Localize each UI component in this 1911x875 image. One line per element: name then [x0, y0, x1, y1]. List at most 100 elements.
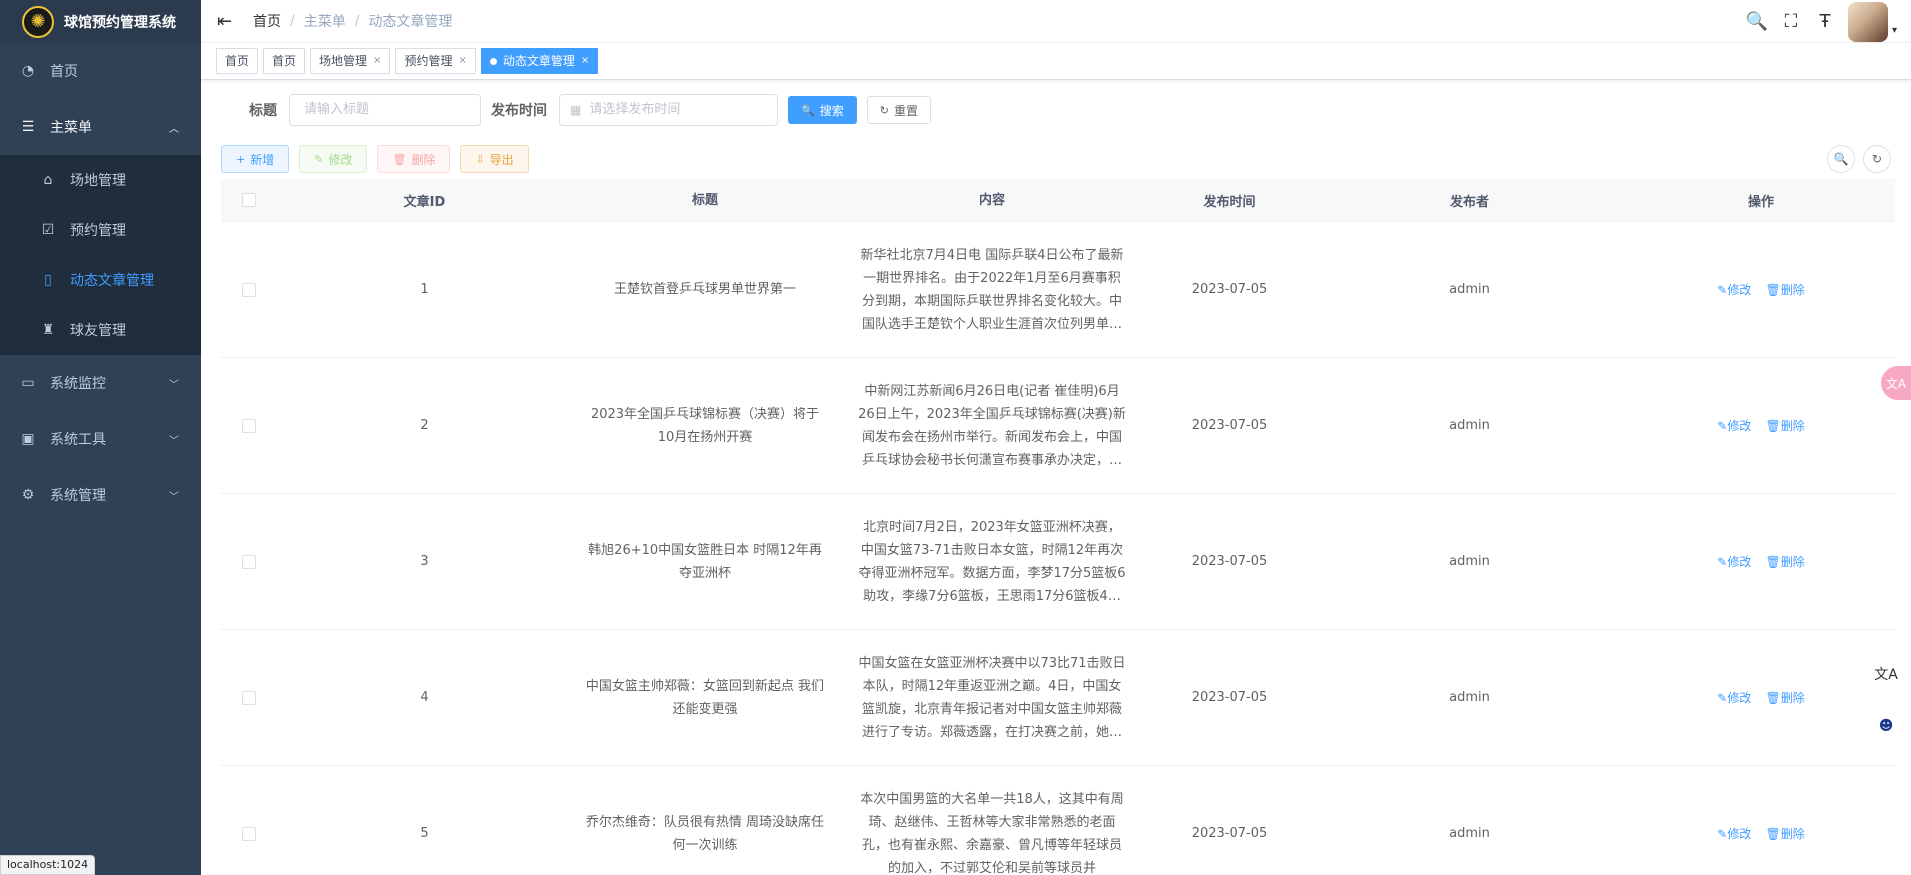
- row-checkbox[interactable]: [241, 282, 256, 297]
- header-id: 文章ID: [403, 194, 446, 210]
- font-size-icon[interactable]: Ŧ: [1808, 11, 1842, 32]
- row-edit-link[interactable]: ✎修改: [1717, 555, 1751, 569]
- breadcrumb-item-home[interactable]: 首页: [253, 11, 281, 31]
- title-input[interactable]: 请输入标题: [289, 94, 481, 126]
- delete-button[interactable]: 🗑 删除: [377, 145, 451, 173]
- fullscreen-icon[interactable]: ⛶: [1774, 11, 1808, 32]
- refresh-button[interactable]: ↻: [1863, 145, 1891, 173]
- edit-button[interactable]: ✎ 修改: [299, 145, 368, 173]
- table-row: 1 王楚钦首登乒乓球男单世界第一 新华社北京7月4日电 国际乒联4日公布了最新一…: [221, 222, 1895, 358]
- search-icon: 🔍: [1833, 152, 1849, 166]
- cell-content: 中国女篮在女篮亚洲杯决赛中以73比71击败日本队，时隔12年重返亚洲之巅。4日，…: [837, 652, 1147, 744]
- cell-id: 4: [420, 690, 429, 705]
- tag-articles[interactable]: 动态文章管理 ×: [480, 48, 599, 74]
- cell-publisher: admin: [1449, 554, 1490, 569]
- search-form: 标题 请输入标题 发布时间 ▦ 请选择发布时间 🔍 搜索 ↻ 重置: [221, 81, 1891, 139]
- cell-content: 北京时间7月2日，2023年女篮亚洲杯决赛，中国女篮73-71击败日本女篮，时隔…: [837, 516, 1147, 608]
- cell-actions: ✎修改 🗑删除: [1627, 825, 1895, 842]
- sidebar-item-label: 系统监控: [50, 376, 106, 392]
- row-checkbox[interactable]: [241, 418, 256, 433]
- row-delete-link[interactable]: 🗑删除: [1765, 691, 1804, 705]
- tags-view: 首页 首页 场地管理 × 预约管理 × 动态文章管理 ×: [201, 43, 1911, 80]
- sofa-icon: ♜: [41, 322, 55, 338]
- title-label: 标题: [249, 103, 277, 119]
- sidebar-item-label: 预约管理: [70, 223, 126, 239]
- list-icon: ☰: [21, 119, 35, 135]
- breadcrumb-item-main-menu: 主菜单: [303, 14, 346, 30]
- tag-venue[interactable]: 场地管理 ×: [310, 48, 391, 74]
- export-button[interactable]: ⇩ 导出: [460, 145, 529, 173]
- app-root: ✺ 球馆预约管理系统 ◔ 首页 ☰ 主菜单 ︿ ⌂ 场地管理 ☑ 预约管理 ▯ …: [0, 0, 1911, 875]
- row-delete-link[interactable]: 🗑删除: [1765, 283, 1804, 297]
- avatar[interactable]: [1847, 1, 1888, 42]
- toggle-search-button[interactable]: 🔍: [1827, 145, 1855, 173]
- sidebar-item-venue[interactable]: ⌂ 场地管理: [0, 155, 201, 205]
- cell-publisher: admin: [1449, 826, 1490, 841]
- sidebar-item-main-menu[interactable]: ☰ 主菜单 ︿: [0, 99, 201, 155]
- close-icon[interactable]: ×: [581, 49, 589, 73]
- sidebar-item-articles[interactable]: ▯ 动态文章管理: [0, 255, 201, 305]
- reset-button[interactable]: ↻ 重置: [866, 96, 931, 124]
- close-icon[interactable]: ×: [458, 49, 466, 73]
- translate-icon[interactable]: 文A: [1873, 661, 1899, 687]
- tag-label: 首页: [225, 54, 250, 68]
- header-actions: 操作: [1747, 194, 1774, 210]
- delete-button-label: 删除: [411, 152, 436, 167]
- content-text: 北京时间7月2日，2023年女篮亚洲杯决赛，中国女篮73-71击败日本女篮，时隔…: [858, 519, 1126, 604]
- caret-down-icon[interactable]: ▾: [1892, 25, 1897, 36]
- close-icon[interactable]: ×: [373, 49, 381, 73]
- hamburger-icon[interactable]: ⇤: [217, 11, 237, 32]
- table-row: 3 韩旭26+10中国女篮胜日本 时隔12年再夺亚洲杯 北京时间7月2日，202…: [221, 494, 1895, 630]
- date-picker[interactable]: ▦ 请选择发布时间: [559, 94, 778, 126]
- cell-title: 王楚钦首登乒乓球男单世界第一: [613, 282, 796, 297]
- navbar-right: 🔍 ⛶ Ŧ ▾: [1740, 0, 1911, 43]
- row-delete-link[interactable]: 🗑删除: [1765, 555, 1804, 569]
- cell-actions: ✎修改 🗑删除: [1627, 689, 1895, 706]
- row-checkbox[interactable]: [241, 554, 256, 569]
- sidebar-item-reservation[interactable]: ☑ 预约管理: [0, 205, 201, 255]
- row-delete-link[interactable]: 🗑删除: [1765, 419, 1804, 433]
- reset-button-label: 重置: [893, 103, 918, 118]
- sidebar: ✺ 球馆预约管理系统 ◔ 首页 ☰ 主菜单 ︿ ⌂ 场地管理 ☑ 预约管理 ▯ …: [0, 0, 201, 875]
- sidebar-item-label: 系统工具: [50, 432, 106, 448]
- logo-area[interactable]: ✺ 球馆预约管理系统: [0, 0, 201, 43]
- row-checkbox[interactable]: [241, 826, 256, 841]
- sidebar-item-label: 动态文章管理: [70, 273, 154, 289]
- row-edit-link[interactable]: ✎修改: [1717, 283, 1751, 297]
- sidebar-item-tools[interactable]: ▣ 系统工具 ﹀: [0, 411, 201, 467]
- chevron-up-icon: ︿: [169, 123, 179, 135]
- trash-icon: 🗑: [392, 152, 407, 166]
- add-button[interactable]: + 新增: [221, 145, 290, 173]
- cell-id: 5: [420, 826, 429, 841]
- row-checkbox[interactable]: [241, 690, 256, 705]
- row-edit-link[interactable]: ✎修改: [1717, 827, 1751, 841]
- sidebar-item-system[interactable]: ⚙ 系统管理 ﹀: [0, 467, 201, 523]
- cell-content: 新华社北京7月4日电 国际乒联4日公布了最新一期世界排名。由于2022年1月至6…: [837, 244, 1147, 336]
- sidebar-item-monitor[interactable]: ▭ 系统监控 ﹀: [0, 355, 201, 411]
- row-edit-link[interactable]: ✎修改: [1717, 419, 1751, 433]
- articles-table: 文章ID 标题 内容 发布时间 发布者 操作 1 王楚钦首登乒乓球男单世界第一 …: [221, 179, 1895, 875]
- row-select-cell: [221, 554, 276, 569]
- tag-reservation[interactable]: 预约管理 ×: [395, 48, 476, 74]
- assistant-icon[interactable]: ☻: [1873, 713, 1899, 739]
- tag-label: 动态文章管理: [502, 54, 575, 68]
- search-button[interactable]: 🔍 搜索: [788, 96, 857, 124]
- main-menu-submenu: ⌂ 场地管理 ☑ 预约管理 ▯ 动态文章管理 ♜ 球友管理: [0, 155, 201, 355]
- logo-icon: ✺: [22, 5, 54, 38]
- search-icon[interactable]: 🔍: [1740, 11, 1774, 32]
- navbar: ⇤ 首页 / 主菜单 / 动态文章管理 🔍 ⛶ Ŧ ▾: [201, 0, 1911, 43]
- row-edit-link[interactable]: ✎修改: [1717, 691, 1751, 705]
- sidebar-item-home[interactable]: ◔ 首页: [0, 43, 201, 99]
- cell-title: 韩旭26+10中国女篮胜日本 时隔12年再夺亚洲杯: [588, 542, 822, 581]
- breadcrumb: 首页 / 主菜单 / 动态文章管理: [253, 11, 452, 31]
- header-content: 内容: [978, 192, 1005, 208]
- row-delete-link[interactable]: 🗑删除: [1765, 827, 1804, 841]
- gear-icon: ⚙: [21, 487, 35, 503]
- sidebar-item-members[interactable]: ♜ 球友管理: [0, 305, 201, 355]
- calendar-icon: ▦: [570, 103, 582, 117]
- refresh-icon: ↻: [879, 103, 889, 117]
- tag-home-2[interactable]: 首页: [263, 48, 306, 74]
- select-all-checkbox[interactable]: [241, 193, 256, 207]
- tag-home[interactable]: 首页: [216, 48, 259, 74]
- translate-pill[interactable]: 文A: [1881, 366, 1911, 400]
